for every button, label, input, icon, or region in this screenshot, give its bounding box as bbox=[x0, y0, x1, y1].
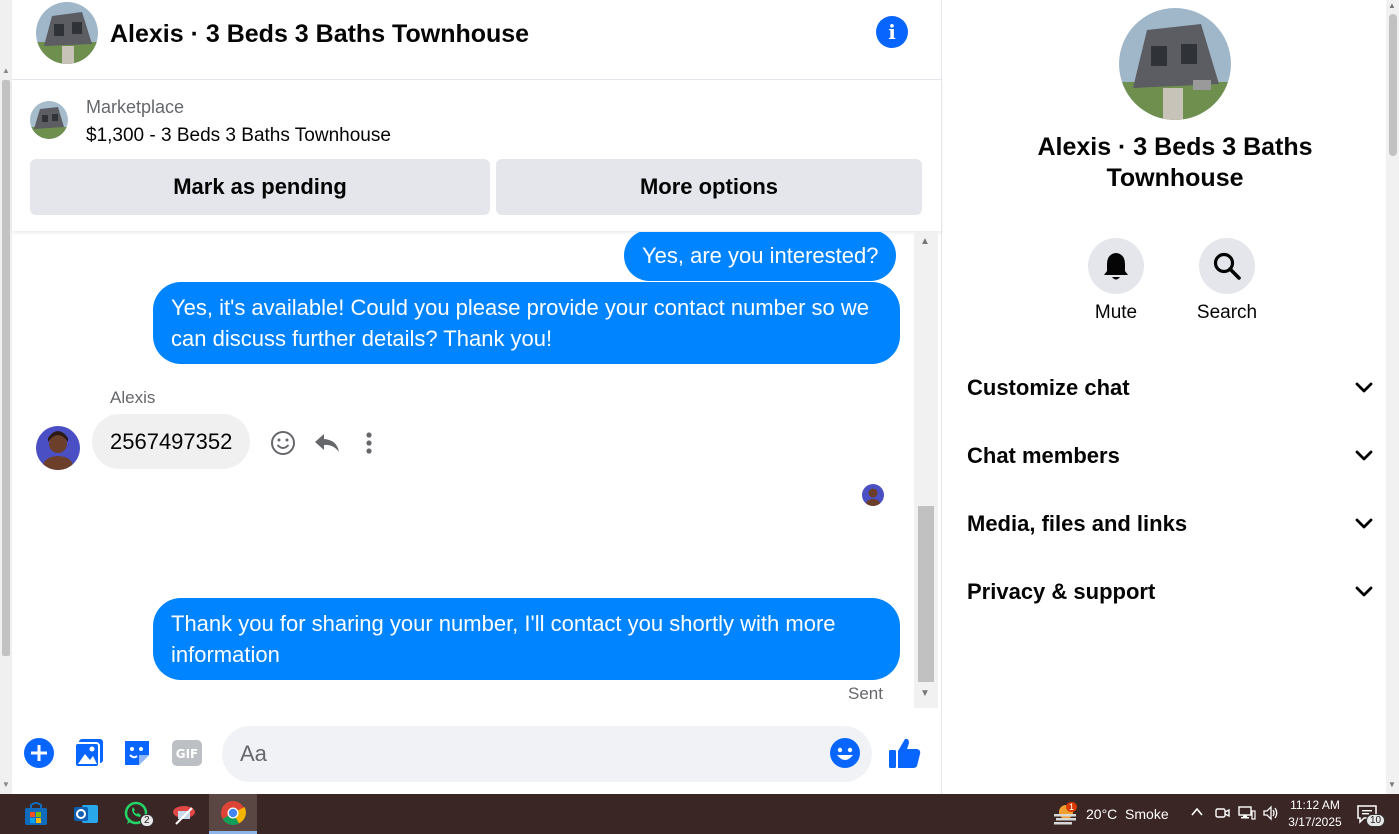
more-options-button[interactable]: More options bbox=[496, 159, 922, 215]
whatsapp-icon[interactable]: 2 bbox=[112, 794, 160, 834]
marketplace-banner: Marketplace $1,300 - 3 Beds 3 Baths Town… bbox=[12, 81, 942, 231]
page: ▲ ▼ Alexis · 3 Beds 3 Baths Townhouse i bbox=[0, 0, 1399, 834]
more-vertical-icon[interactable] bbox=[354, 428, 384, 458]
clock-time: 11:12 AM bbox=[1290, 798, 1340, 812]
search-button[interactable] bbox=[1199, 238, 1255, 294]
reply-icon[interactable] bbox=[312, 428, 342, 458]
scroll-down-arrow-icon[interactable]: ▼ bbox=[2, 780, 10, 789]
clock[interactable]: 11:12 AM 3/17/2025 bbox=[1280, 797, 1350, 831]
accordion-label: Media, files and links bbox=[967, 511, 1188, 536]
accordion-label: Chat members bbox=[967, 443, 1120, 468]
panel-scrollbar[interactable]: ▲ ▼ bbox=[1386, 0, 1399, 794]
weather-badge: 1 bbox=[1066, 802, 1078, 812]
sender-name: Alexis bbox=[110, 388, 156, 407]
accordion-label: Customize chat bbox=[967, 375, 1130, 400]
gif-icon[interactable]: GIF bbox=[170, 736, 204, 770]
chevron-down-icon bbox=[1355, 382, 1373, 393]
snipping-tool-icon[interactable] bbox=[160, 794, 208, 834]
message-outgoing[interactable]: Yes, are you interested? bbox=[624, 232, 897, 281]
marketplace-label: Marketplace bbox=[86, 97, 185, 117]
scroll-up-arrow-icon[interactable]: ▲ bbox=[2, 66, 10, 75]
sent-status: Sent bbox=[848, 684, 883, 703]
panel-avatar[interactable] bbox=[1119, 8, 1231, 120]
react-smiley-icon[interactable] bbox=[268, 428, 298, 458]
message-composer: GIF bbox=[12, 718, 942, 792]
panel-title: Alexis · 3 Beds 3 Baths Townhouse bbox=[1037, 133, 1313, 192]
scrollbar-thumb[interactable] bbox=[918, 506, 934, 682]
chevron-down-icon bbox=[1355, 586, 1373, 597]
message-input[interactable] bbox=[222, 726, 872, 782]
taskbar: 2 1 20°C Smoke 11:12 AM 3/17/2025 10 bbox=[0, 794, 1399, 834]
chevron-up-icon[interactable] bbox=[1190, 805, 1204, 822]
sticker-icon[interactable] bbox=[120, 736, 154, 770]
message-outgoing[interactable]: Yes, it's available! Could you please pr… bbox=[153, 282, 900, 364]
bell-icon bbox=[1104, 253, 1128, 280]
messages-scrollbar[interactable]: ▲ ▼ bbox=[914, 232, 938, 708]
accordion-label: Privacy & support bbox=[967, 579, 1156, 604]
scroll-down-arrow-icon[interactable]: ▼ bbox=[1388, 780, 1396, 789]
accordion-customize-chat[interactable]: Customize chat bbox=[967, 368, 1373, 408]
listing-title[interactable]: $1,300 - 3 Beds 3 Baths Townhouse bbox=[86, 125, 391, 147]
outlook-icon[interactable] bbox=[62, 794, 110, 834]
sender-avatar[interactable] bbox=[36, 426, 80, 470]
search-label: Search bbox=[1196, 302, 1258, 323]
scroll-up-arrow-icon[interactable]: ▲ bbox=[920, 236, 930, 247]
chat-avatar[interactable] bbox=[36, 2, 98, 64]
scrollbar-thumb[interactable] bbox=[2, 80, 10, 656]
mute-button[interactable] bbox=[1088, 238, 1144, 294]
message-incoming[interactable]: 2567497352 bbox=[92, 414, 251, 469]
accordion-media-files-links[interactable]: Media, files and links bbox=[967, 504, 1373, 544]
network-icon[interactable] bbox=[1238, 805, 1256, 826]
seen-avatar bbox=[862, 484, 884, 506]
chevron-down-icon bbox=[1355, 450, 1373, 461]
mark-as-pending-button[interactable]: Mark as pending bbox=[30, 159, 490, 215]
mute-label: Mute bbox=[1094, 302, 1138, 323]
plus-icon[interactable] bbox=[22, 736, 56, 770]
accordion-chat-members[interactable]: Chat members bbox=[967, 436, 1373, 476]
microsoft-store-icon[interactable] bbox=[12, 794, 60, 834]
emoji-icon[interactable] bbox=[828, 736, 862, 770]
scrollbar-thumb[interactable] bbox=[1389, 14, 1397, 156]
photo-icon[interactable] bbox=[72, 736, 106, 770]
notifications-badge: 10 bbox=[1366, 814, 1386, 827]
scroll-down-arrow-icon[interactable]: ▼ bbox=[920, 688, 930, 699]
chat-header: Alexis · 3 Beds 3 Baths Townhouse i bbox=[12, 0, 942, 80]
volume-icon[interactable] bbox=[1262, 805, 1280, 826]
window-scrollbar[interactable]: ▲ ▼ bbox=[0, 0, 12, 794]
info-icon[interactable]: i bbox=[876, 16, 908, 48]
message-list: Yes, are you interested? Yes, it's avail… bbox=[12, 232, 942, 710]
accordion-privacy-support[interactable]: Privacy & support bbox=[967, 572, 1373, 612]
message-outgoing[interactable]: Thank you for sharing your number, I'll … bbox=[153, 598, 900, 680]
weather-text[interactable]: 20°C Smoke bbox=[1086, 806, 1169, 822]
svg-text:GIF: GIF bbox=[176, 747, 199, 761]
clock-date: 3/17/2025 bbox=[1288, 815, 1342, 829]
whatsapp-badge: 2 bbox=[140, 814, 154, 827]
chat-info-panel: Alexis · 3 Beds 3 Baths Townhouse Mute S… bbox=[943, 0, 1386, 794]
scroll-up-arrow-icon[interactable]: ▲ bbox=[1388, 1, 1396, 10]
chat-window: Alexis · 3 Beds 3 Baths Townhouse i Mark… bbox=[12, 0, 942, 794]
chevron-down-icon bbox=[1355, 518, 1373, 529]
search-icon bbox=[1213, 252, 1241, 280]
chat-title[interactable]: Alexis · 3 Beds 3 Baths Townhouse bbox=[110, 20, 529, 49]
thumbs-up-icon[interactable] bbox=[888, 736, 922, 770]
listing-thumbnail[interactable] bbox=[30, 101, 68, 139]
meet-now-icon[interactable] bbox=[1214, 805, 1230, 826]
chrome-icon[interactable] bbox=[209, 794, 257, 834]
